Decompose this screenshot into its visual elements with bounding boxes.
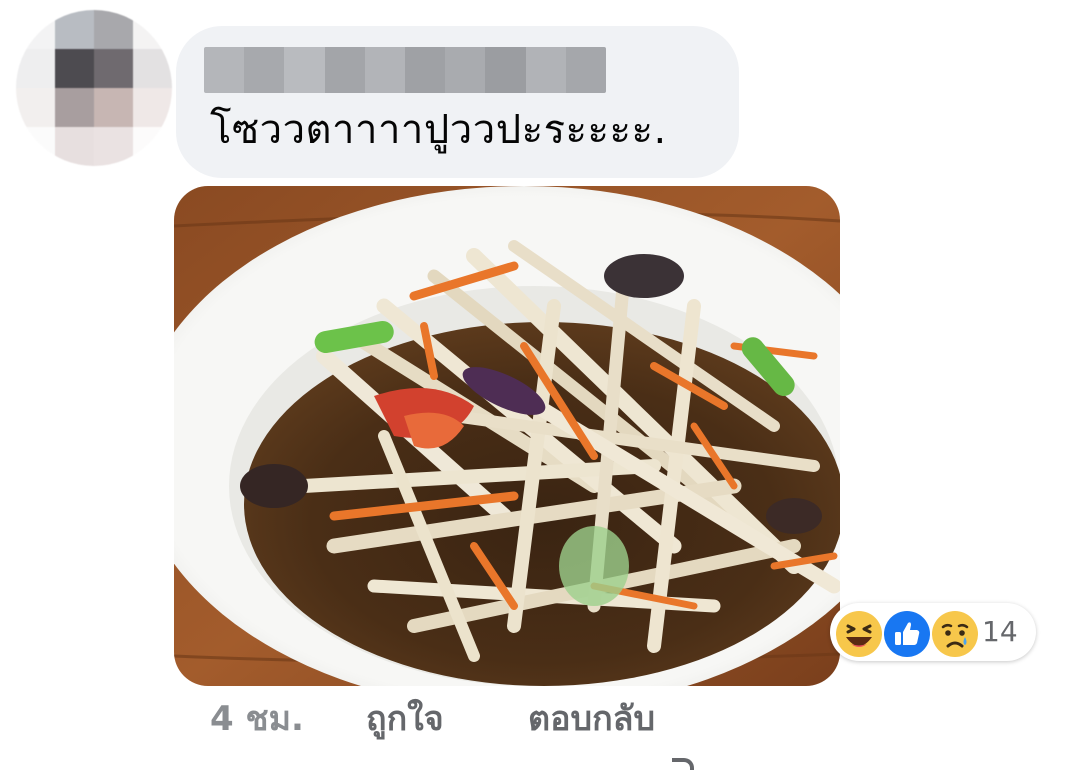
sad-icon (930, 609, 980, 659)
comment-text: โซววตาาาาปูววปะระะะะ. (210, 107, 667, 153)
reaction-count: 14 (982, 615, 1018, 648)
comment-bubble: โซววตาาาาปูววปะระะะะ. (176, 26, 739, 178)
timestamp-link[interactable]: 4 ชม. (210, 696, 304, 742)
papaya-salad-image (174, 186, 840, 686)
reply-button[interactable]: ตอบกลับ (528, 696, 655, 742)
comment-photo[interactable] (174, 186, 840, 686)
haha-icon (834, 609, 884, 659)
avatar[interactable] (16, 10, 172, 166)
reactions-summary[interactable]: 14 (830, 603, 1036, 661)
next-comment-fragment (672, 758, 694, 770)
comment-thread: โซววตาาาาปูววปะระะะะ. 14 4 ชม. ถูกใจ ตอบ… (0, 0, 1080, 770)
like-button[interactable]: ถูกใจ (366, 696, 444, 742)
author-name-redacted[interactable] (204, 47, 606, 93)
like-icon (882, 609, 932, 659)
